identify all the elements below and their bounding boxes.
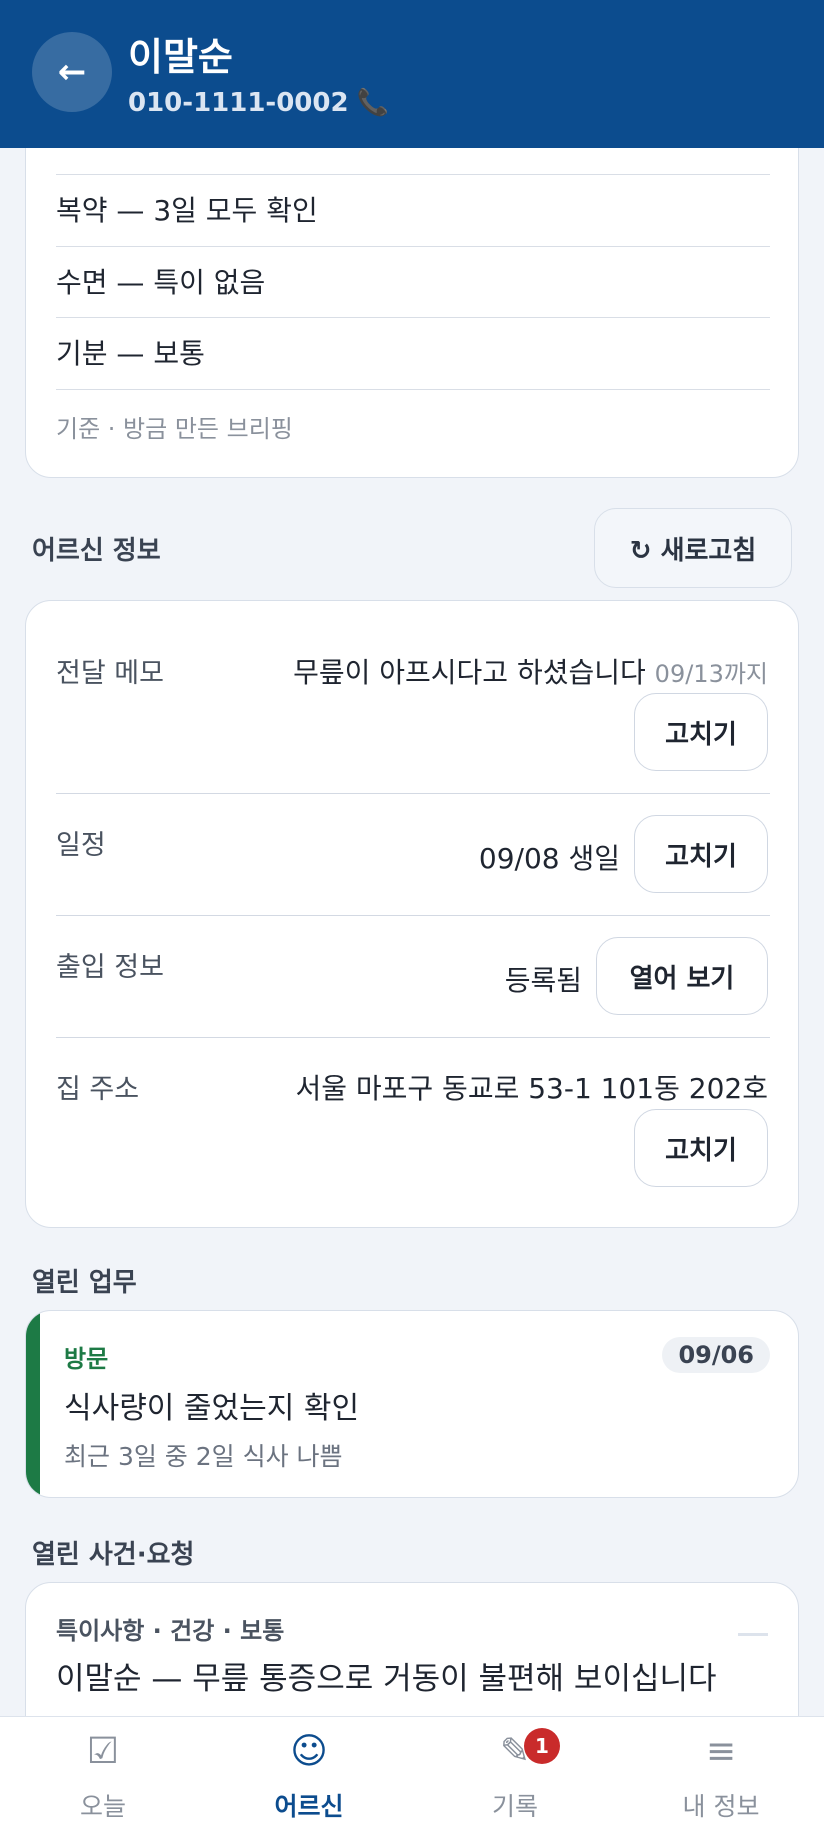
access-value: 등록됨 [504,964,582,997]
smiley-icon: ☺ [290,1731,328,1772]
back-arrow-icon[interactable]: ← [32,32,112,112]
case-meta: 특이사항 · 건강 · 보통 [56,1617,285,1645]
schedule-label: 일정 [56,830,106,861]
nav-label-seniors: 어르신 [274,1792,344,1821]
nav-item-seniors[interactable]: ☺ 어르신 [206,1717,412,1830]
senior-name: 이말순 [128,35,233,79]
memo-value: 무릎이 아프시다고 하셨습니다 09/13까지 [293,656,768,689]
access-open-button[interactable]: 열어 보기 [596,937,768,1015]
address-value: 서울 마포구 동교로 53-1 101동 202호 [295,1072,768,1105]
phone-icon: 📞 [356,88,389,118]
checkbox-icon: ☑ [86,1731,120,1772]
divider [56,915,770,916]
brief-row-medication: 복약 — 3일 모두 확인 [56,175,770,247]
menu-icon: ≡ [705,1731,737,1772]
schedule-value: 09/08 생일 [478,842,620,875]
nav-item-records[interactable]: ✎ 기록 [412,1717,618,1830]
section-title-open-cases: 열린 사건·요청 [32,1540,195,1570]
memo-edit-button[interactable]: 고치기 [634,693,768,771]
nav-item-my-info[interactable]: ≡ 내 정보 [618,1717,824,1830]
memo-until: 09/13까지 [654,660,768,688]
case-text: 이말순 — 무릎 통증으로 거동이 불편해 보이십니다 [56,1661,717,1697]
divider [56,1037,770,1038]
bottom-nav: ☑ 오늘 ☺ 어르신 ✎ 기록 ≡ 내 정보 [0,1716,824,1830]
task-category: 방문 [64,1345,109,1373]
task-accent-bar [26,1311,40,1497]
brief-row-mood: 기분 — 보통 [56,318,770,390]
phone-number: 010-1111-0002 [128,88,349,118]
task-description: 최근 3일 중 2일 식사 나쁨 [64,1442,343,1471]
phone-link[interactable]: 010-1111-0002 📞 [128,88,389,118]
section-title-open-tasks: 열린 업무 [32,1268,137,1298]
address-label: 집 주소 [56,1074,140,1105]
section-title-senior-info: 어르신 정보 [32,536,161,566]
task-card[interactable]: 방문 09/06 식사량이 줄었는지 확인 최근 3일 중 2일 식사 나쁨 [25,1310,799,1498]
pencil-icon: ✎ [499,1731,531,1772]
divider [56,793,770,794]
nav-label-my-info: 내 정보 [682,1792,760,1821]
memo-label: 전달 메모 [56,658,164,689]
briefing-card: 복약 — 3일 모두 확인 수면 — 특이 없음 기분 — 보통 기준 · 방금… [25,90,799,478]
nav-label-records: 기록 [491,1792,538,1821]
access-label: 출입 정보 [56,952,164,983]
refresh-button[interactable]: ↻ 새로고침 [594,508,792,588]
address-edit-button[interactable]: 고치기 [634,1109,768,1187]
nav-label-today: 오늘 [79,1792,126,1821]
case-status-line [738,1633,768,1636]
schedule-edit-button[interactable]: 고치기 [634,815,768,893]
app-header: ← 이말순 010-1111-0002 📞 [0,0,824,148]
nav-item-today[interactable]: ☑ 오늘 [0,1717,206,1830]
task-title: 식사량이 줄었는지 확인 [64,1391,360,1426]
task-date-badge: 09/06 [662,1337,770,1373]
records-count-badge: 1 [524,1728,560,1764]
brief-row-sleep: 수면 — 특이 없음 [56,247,770,318]
senior-info-card: 전달 메모 무릎이 아프시다고 하셨습니다 09/13까지 고치기 일정 09/… [25,600,799,1228]
brief-footer: 기준 · 방금 만든 브리핑 [56,415,293,443]
